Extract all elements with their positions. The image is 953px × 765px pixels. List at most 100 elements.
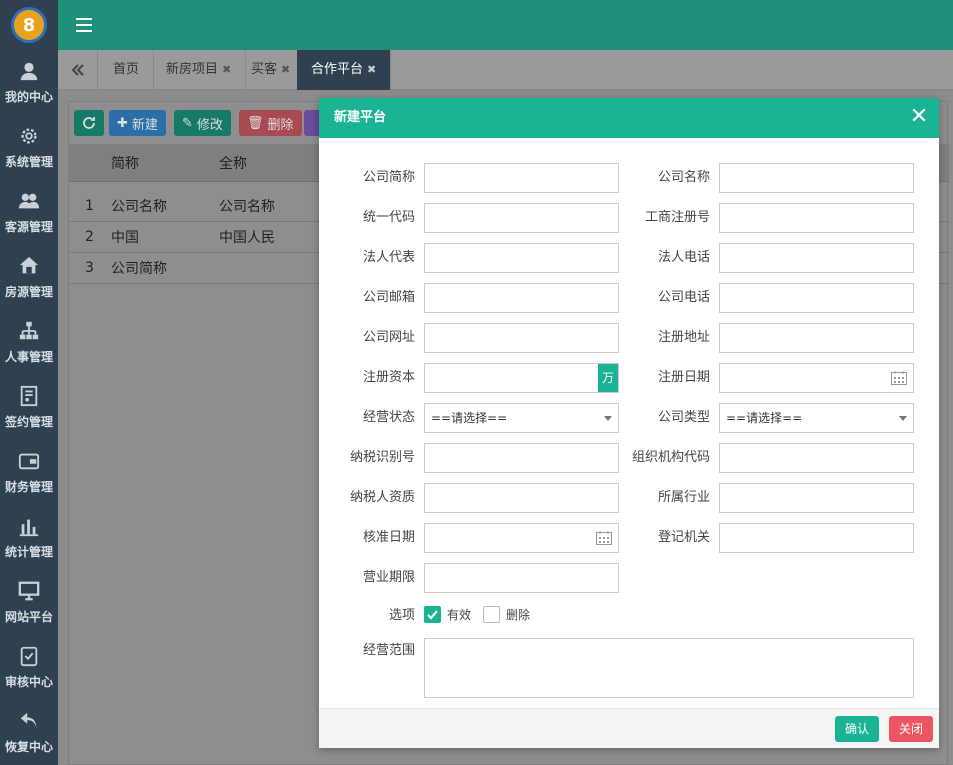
valid-checkbox[interactable] — [424, 606, 441, 623]
company-name-input[interactable] — [719, 163, 914, 193]
reg-address-label: 注册地址 — [657, 330, 710, 345]
cell-short-name: 公司名称 — [111, 199, 167, 215]
edit-button-label: 修改 — [196, 117, 223, 133]
edit-button[interactable]: ✎ 修改 — [174, 110, 231, 136]
legal-rep-input[interactable] — [424, 243, 619, 273]
reg-address-input[interactable] — [719, 323, 914, 353]
sidebar-item-website[interactable]: 网站平台 — [0, 570, 58, 635]
business-reg-no-input[interactable] — [719, 203, 914, 233]
sidebar-item-customers[interactable]: 客源管理 — [0, 180, 58, 245]
tab-label: 买客 — [251, 62, 278, 77]
tab-partner-platform[interactable]: 合作平台 ✖ — [297, 50, 392, 90]
deleted-option-label[interactable]: 删除 — [506, 607, 530, 624]
delete-button-label: 删除 — [267, 117, 294, 133]
tab-label: 首页 — [113, 62, 140, 77]
cell-short-name: 公司简称 — [111, 261, 167, 277]
taxpayer-qualification-label: 纳税人资质 — [349, 490, 415, 505]
approval-date-label: 核准日期 — [362, 530, 415, 545]
column-header[interactable]: 简称 — [111, 144, 139, 181]
business-term-label: 营业期限 — [362, 570, 415, 585]
industry-input[interactable] — [719, 483, 914, 513]
org-chart-icon — [19, 321, 39, 340]
reg-capital-input[interactable]: 万 — [424, 363, 619, 393]
registration-authority-input[interactable] — [719, 523, 914, 553]
check-clipboard-icon — [20, 646, 38, 667]
sidebar-item-label: 人事管理 — [4, 350, 53, 364]
cell-short-name: 中国 — [111, 230, 139, 246]
tab-buyers[interactable]: 买客 ✖ — [237, 50, 306, 90]
unit-addon: 万 — [598, 364, 618, 392]
company-type-label: 公司类型 — [657, 410, 710, 425]
company-email-input[interactable] — [424, 283, 619, 313]
column-header[interactable]: 全称 — [219, 144, 247, 181]
business-scope-textarea[interactable] — [424, 638, 914, 698]
close-button[interactable]: 关闭 — [889, 716, 934, 742]
taxpayer-id-label: 纳税识别号 — [349, 450, 415, 465]
org-code-label: 组织机构代码 — [631, 450, 710, 465]
company-short-input[interactable] — [424, 163, 619, 193]
select-value: ==请选择== — [431, 411, 508, 425]
unified-code-label: 统一代码 — [362, 210, 415, 225]
new-platform-dialog: 新建平台 ✕ 公司简称 公司名称 统一代码 工商注册号 法人代表 法人电话 公司… — [319, 98, 939, 748]
dialog-form: 公司简称 公司名称 统一代码 工商注册号 法人代表 法人电话 公司邮箱 公司电话 — [319, 138, 939, 708]
company-phone-label: 公司电话 — [657, 290, 710, 305]
tab-new-house-projects[interactable]: 新房项目 ✖ — [152, 50, 247, 90]
taxpayer-qualification-input[interactable] — [424, 483, 619, 513]
sidebar-item-statistics[interactable]: 统计管理 — [0, 505, 58, 570]
close-icon[interactable]: ✕ — [909, 106, 929, 128]
house-icon — [19, 256, 39, 274]
sidebar-item-houses[interactable]: 房源管理 — [0, 245, 58, 310]
tab-label: 新房项目 — [166, 62, 219, 77]
sidebar-item-label: 网站平台 — [4, 610, 53, 624]
reg-date-input[interactable] — [719, 363, 914, 393]
select-value: ==请选择== — [726, 411, 803, 425]
close-icon[interactable]: ✖ — [222, 63, 231, 76]
valid-option-label[interactable]: 有效 — [447, 607, 471, 624]
tab-home[interactable]: 首页 — [99, 50, 155, 90]
wallet-icon — [18, 453, 40, 470]
org-code-input[interactable] — [719, 443, 914, 473]
logo[interactable]: 8 — [0, 0, 58, 50]
dialog-title: 新建平台 — [334, 110, 387, 125]
business-term-input[interactable] — [424, 563, 619, 593]
close-icon[interactable]: ✖ — [367, 63, 376, 76]
operating-status-select[interactable]: ==请选择== — [424, 403, 619, 433]
sidebar-item-hr[interactable]: 人事管理 — [0, 310, 58, 375]
sidebar-item-contracts[interactable]: 签约管理 — [0, 375, 58, 440]
business-reg-no-label: 工商注册号 — [644, 210, 710, 225]
sidebar-item-finance[interactable]: 财务管理 — [0, 440, 58, 505]
calendar-icon[interactable] — [596, 531, 612, 545]
calendar-icon[interactable] — [891, 371, 907, 385]
company-type-select[interactable]: ==请选择== — [719, 403, 914, 433]
trash-icon: 🗑 — [247, 115, 264, 131]
deleted-checkbox[interactable] — [483, 606, 500, 623]
checkmark-icon — [427, 610, 438, 620]
tab-label: 合作平台 — [311, 62, 364, 77]
company-website-label: 公司网址 — [362, 330, 415, 345]
top-bar — [58, 0, 953, 50]
tab-scroll-left-icon[interactable] — [58, 50, 98, 90]
pencil-icon: ✎ — [182, 115, 193, 131]
delete-button[interactable]: 🗑 删除 — [239, 110, 302, 136]
undo-icon — [20, 712, 37, 729]
refresh-button[interactable] — [74, 110, 104, 136]
taxpayer-id-input[interactable] — [424, 443, 619, 473]
sidebar-item-my-center[interactable]: 我的中心 — [0, 50, 58, 115]
sidebar-item-recovery[interactable]: 恢复中心 — [0, 700, 58, 765]
confirm-button[interactable]: 确认 — [835, 716, 880, 742]
sidebar: 8 我的中心 系统管理 客源管理 房源管理 人事管理 签约管理 财务管理 统计管… — [0, 0, 58, 765]
sidebar-item-label: 系统管理 — [4, 155, 53, 169]
unified-code-input[interactable] — [424, 203, 619, 233]
close-icon[interactable]: ✖ — [281, 63, 290, 76]
company-phone-input[interactable] — [719, 283, 914, 313]
legal-phone-input[interactable] — [719, 243, 914, 273]
approval-date-input[interactable] — [424, 523, 619, 553]
user-icon — [20, 62, 38, 81]
operating-status-label: 经营状态 — [362, 410, 415, 425]
menu-toggle-icon[interactable] — [76, 18, 92, 32]
sidebar-item-audit[interactable]: 审核中心 — [0, 635, 58, 700]
company-website-input[interactable] — [424, 323, 619, 353]
sidebar-item-system[interactable]: 系统管理 — [0, 115, 58, 180]
new-button[interactable]: ✚ 新建 — [109, 110, 166, 136]
sidebar-item-label: 财务管理 — [4, 480, 53, 494]
